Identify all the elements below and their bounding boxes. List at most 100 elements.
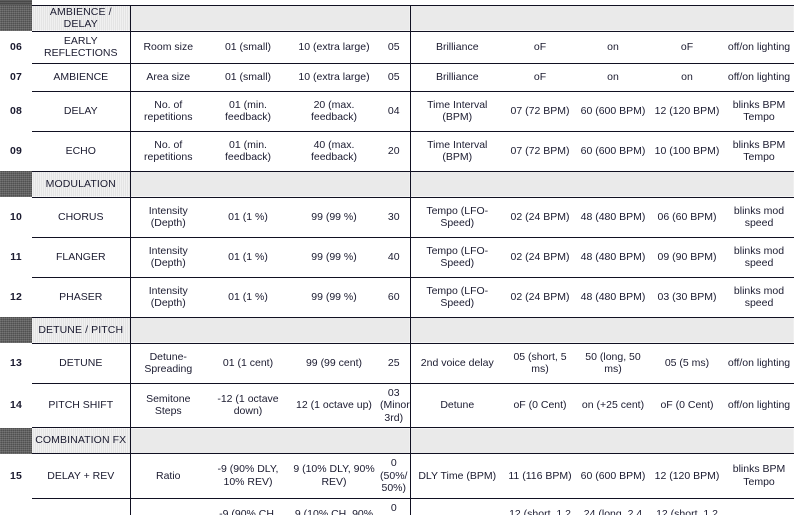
param-cell-p1: Intensity (Depth): [130, 236, 206, 278]
param-cell-p8: 09 (90 BPM): [650, 236, 724, 278]
row-number-cell: 10: [0, 197, 32, 237]
param-cell-p3: 10 (extra large): [290, 62, 378, 92]
param-cell-p5: Time Interval (BPM): [410, 130, 504, 172]
param-cell-p5: Brilliance: [410, 30, 504, 64]
row-number-gutter: [0, 5, 32, 31]
section-header-row: COMBINATION FX: [0, 427, 794, 454]
table-row[interactable]: 10 CHORUS Intensity (Depth) 01 (1 %) 99 (99 …: [0, 196, 794, 238]
param-cell-p2: -9 (90% CH, 10% REV): [206, 497, 290, 515]
param-cell-p4: 05: [378, 30, 411, 64]
param-cell-p3: 99 (99 %): [290, 196, 378, 238]
param-cell-p2: -9 (90% DLY, 10% REV): [206, 453, 290, 499]
param-cell-p5: 2nd voice delay: [410, 342, 504, 384]
param-cell-p9: off/on lighting: [724, 62, 794, 92]
effect-name-cell: CHORUS + REV: [32, 497, 131, 515]
param-cell-p9: blinks mod speed: [724, 236, 794, 278]
section-header-fill-left: [130, 427, 411, 454]
param-cell-p9: off/on lighting: [724, 30, 794, 64]
param-cell-p2: -12 (1 octave down): [206, 382, 290, 428]
param-cell-p3: 10 (extra large): [290, 30, 378, 64]
param-cell-p2: 01 (1 %): [206, 196, 290, 238]
param-cell-p7: on (+25 cent): [576, 382, 650, 428]
section-header-fill-left: [130, 4, 411, 32]
param-cell-p8: 06 (60 BPM): [650, 196, 724, 238]
param-cell-p9: blinks mod speed: [724, 196, 794, 238]
section-header-label: MODULATION: [32, 170, 131, 198]
param-cell-p2: 01 (1 %): [206, 276, 290, 318]
param-cell-p7: 48 (480 BPM): [576, 196, 650, 238]
param-cell-p2: 01 (1 cent): [206, 342, 290, 384]
param-cell-p9: off/on lighting: [724, 382, 794, 428]
section-header-row: DETUNE / PITCH: [0, 316, 794, 344]
param-cell-p6: 11 (116 BPM): [504, 453, 576, 499]
fx-table-body: AMBIENCE / DELAY 06 EARLY REFLECTIONS Room …: [0, 0, 794, 515]
table-row[interactable]: 06 EARLY REFLECTIONS Room size 01 (small) 10…: [0, 30, 794, 64]
table-row[interactable]: 13 DETUNE Detune-Spreading 01 (1 cent) 99 (9…: [0, 342, 794, 384]
effect-name-cell: FLANGER: [32, 236, 131, 278]
row-number-cell: 13: [0, 343, 32, 383]
param-cell-p7: 60 (600 BPM): [576, 130, 650, 172]
param-cell-p6: 02 (24 BPM): [504, 276, 576, 318]
table-row[interactable]: 09 ECHO No. of repetitions 01 (min. feedbac…: [0, 130, 794, 172]
row-number-cell: 08: [0, 91, 32, 131]
param-cell-p7: 50 (long, 50 ms): [576, 342, 650, 384]
param-cell-p8: 03 (30 BPM): [650, 276, 724, 318]
param-cell-p1: No. of repetitions: [130, 130, 206, 172]
effect-name-cell: DELAY: [32, 90, 131, 132]
effect-name-cell: PHASER: [32, 276, 131, 318]
param-cell-p9: blinks BPM Tempo: [724, 453, 794, 499]
row-number-gutter: [0, 171, 32, 197]
effect-name-cell: AMBIENCE: [32, 62, 131, 92]
table-row[interactable]: 14 PITCH SHIFT Semitone Steps -12 (1 octave…: [0, 382, 794, 428]
section-header-row: MODULATION: [0, 170, 794, 198]
section-header-label: DETUNE / PITCH: [32, 316, 131, 344]
row-number-cell: 14: [0, 383, 32, 428]
row-number-gutter: [0, 427, 32, 454]
param-cell-p6: oF (0 Cent): [504, 382, 576, 428]
section-header-fill-right: [410, 316, 794, 344]
param-cell-p3: 20 (max. feedback): [290, 90, 378, 132]
table-row[interactable]: 08 DELAY No. of repetitions 01 (min. feedba…: [0, 90, 794, 132]
param-cell-p4: 60: [378, 276, 411, 318]
table-row[interactable]: 11 FLANGER Intensity (Depth) 01 (1 %) 99 (99…: [0, 236, 794, 278]
param-cell-p1: Ratio: [130, 453, 206, 499]
effect-name-cell: CHORUS: [32, 196, 131, 238]
table-row[interactable]: 12 PHASER Intensity (Depth) 01 (1 %) 99 (99 …: [0, 276, 794, 318]
param-cell-p4: 30: [378, 196, 411, 238]
param-cell-p4: 05: [378, 62, 411, 92]
param-cell-p7: 60 (600 BPM): [576, 90, 650, 132]
param-cell-p9: off/on lighting: [724, 342, 794, 384]
param-cell-p9: blinks BPM Tempo: [724, 90, 794, 132]
param-cell-p7: 60 (600 BPM): [576, 453, 650, 499]
param-cell-p3: 9 (10% DLY, 90% REV): [290, 453, 378, 499]
param-cell-p6: 12 (short, 1.2 s): [504, 497, 576, 515]
param-cell-p1: Room size: [130, 30, 206, 64]
param-cell-p8: oF: [650, 30, 724, 64]
param-cell-p2: 01 (small): [206, 30, 290, 64]
param-cell-p3: 99 (99 %): [290, 276, 378, 318]
section-header-label: COMBINATION FX: [32, 427, 131, 454]
param-cell-p7: on: [576, 30, 650, 64]
effect-name-cell: EARLY REFLECTIONS: [32, 30, 131, 64]
param-cell-p8: 12 (short, 1.2 s): [650, 497, 724, 515]
param-cell-p6: 05 (short, 5 ms): [504, 342, 576, 384]
param-cell-p6: 02 (24 BPM): [504, 196, 576, 238]
table-row[interactable]: 16CHORUS + REVRatio-9 (90% CH, 10% REV)9…: [0, 497, 794, 515]
param-cell-p1: Area size: [130, 62, 206, 92]
param-cell-p3: 40 (max. feedback): [290, 130, 378, 172]
param-cell-p5: Detune: [410, 382, 504, 428]
section-header-fill-right: [410, 4, 794, 32]
param-cell-p7: 48 (480 BPM): [576, 276, 650, 318]
row-number-cell: 11: [0, 237, 32, 277]
param-cell-p4: 25: [378, 342, 411, 384]
fx-parameter-table-page: AMBIENCE / DELAY 06 EARLY REFLECTIONS Room …: [0, 0, 794, 515]
table-row[interactable]: 07 AMBIENCE Area size 01 (small) 10 (extra l…: [0, 62, 794, 92]
param-cell-p7: 48 (480 BPM): [576, 236, 650, 278]
param-cell-p3: 99 (99 cent): [290, 342, 378, 384]
effect-name-cell: DETUNE: [32, 342, 131, 384]
row-number-gutter: [0, 317, 32, 343]
table-row[interactable]: 15 DELAY + REV Ratio -9 (90% DLY, 10% REV) 9…: [0, 453, 794, 499]
row-number-cell: 16: [0, 498, 32, 515]
param-cell-p1: Intensity (Depth): [130, 276, 206, 318]
param-cell-p4: 0 (50%/ 50%): [378, 497, 411, 515]
